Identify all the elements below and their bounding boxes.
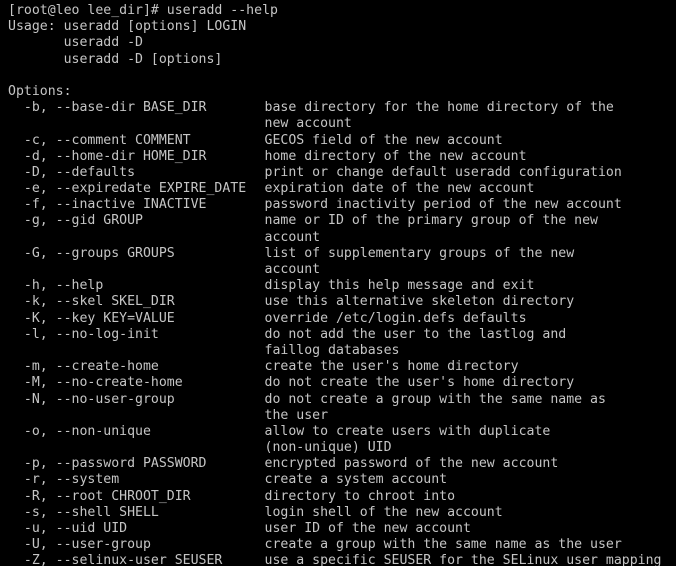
option-row: -c, --comment COMMENT GECOS field of the … bbox=[8, 133, 676, 149]
option-flags: -l, --no-log-init bbox=[8, 326, 159, 342]
option-description: login shell of the new account bbox=[264, 504, 503, 520]
option-row: -N, --no-user-group do not create a group… bbox=[8, 392, 676, 408]
option-flags: -m, --create-home bbox=[8, 359, 159, 375]
option-description: GECOS field of the new account bbox=[264, 132, 503, 148]
option-flags: -s, --shell SHELL bbox=[8, 504, 159, 520]
option-flags: -G, --groups GROUPS bbox=[8, 245, 175, 261]
option-description: base directory for the home directory of… bbox=[264, 100, 614, 116]
option-row: new account bbox=[8, 116, 676, 132]
option-flags: -d, --home-dir HOME_DIR bbox=[8, 148, 207, 164]
option-flags: -g, --gid GROUP bbox=[8, 213, 143, 229]
option-description: directory to chroot into bbox=[264, 488, 456, 504]
option-description: name or ID of the primary group of the n… bbox=[264, 213, 598, 229]
option-flags: -u, --uid UID bbox=[8, 521, 128, 536]
options-list: -b, --base-dir BASE_DIR base directory fo… bbox=[8, 100, 676, 566]
option-row: -u, --uid UID user ID of the new account bbox=[8, 521, 676, 537]
option-row: -U, --user-group create a group with the … bbox=[8, 537, 676, 553]
option-description: user ID of the new account bbox=[264, 521, 471, 536]
option-flags: -M, --no-create-home bbox=[8, 375, 183, 391]
option-description: do not create a group with the same name… bbox=[264, 391, 606, 407]
option-description: print or change default useradd configur… bbox=[264, 164, 622, 180]
option-description: password inactivity period of the new ac… bbox=[264, 197, 622, 213]
option-flags: -f, --inactive INACTIVE bbox=[8, 197, 207, 213]
option-row: -b, --base-dir BASE_DIR base directory fo… bbox=[8, 100, 676, 116]
usage-line-3: useradd -D [options] bbox=[8, 51, 223, 67]
option-description: account bbox=[264, 262, 321, 277]
option-flags: -r, --system bbox=[8, 472, 120, 488]
terminal-window[interactable]: [root@leo lee_dir]# useradd --help Usage… bbox=[0, 0, 676, 566]
option-flags: -p, --password PASSWORD bbox=[8, 456, 207, 472]
option-row: -o, --non-unique allow to create users wi… bbox=[8, 424, 676, 440]
option-description: encrypted password of the new account bbox=[264, 456, 559, 472]
option-row: the user bbox=[8, 408, 676, 424]
option-row: -l, --no-log-init do not add the user to … bbox=[8, 327, 676, 343]
option-flags: -U, --user-group bbox=[8, 537, 151, 553]
option-flags: -c, --comment COMMENT bbox=[8, 132, 191, 148]
option-description: home directory of the new account bbox=[264, 148, 527, 164]
usage-line-1: Usage: useradd [options] LOGIN bbox=[8, 19, 247, 35]
option-row: faillog databases bbox=[8, 343, 676, 359]
option-row: -e, --expiredate EXPIRE_DATE expiration d… bbox=[8, 181, 676, 197]
option-description: expiration date of the new account bbox=[264, 181, 535, 197]
option-flags: -k, --skel SKEL_DIR bbox=[8, 294, 175, 310]
option-row: -g, --gid GROUP name or ID of the primary… bbox=[8, 213, 676, 229]
option-description: allow to create users with duplicate bbox=[264, 423, 551, 439]
option-description: create a system account bbox=[264, 472, 448, 488]
option-description: the user bbox=[264, 407, 329, 423]
option-description: create the user's home directory bbox=[264, 359, 519, 375]
option-description: override /etc/login.defs defaults bbox=[264, 310, 527, 326]
option-row: -G, --groups GROUPS list of supplementary… bbox=[8, 246, 676, 262]
option-row: -D, --defaults print or change default us… bbox=[8, 165, 676, 181]
option-row: (non-unique) UID bbox=[8, 440, 676, 456]
option-row: -r, --system create a system account bbox=[8, 472, 676, 488]
option-row: -h, --help display this help message and … bbox=[8, 278, 676, 294]
option-flags: -K, --key KEY=VALUE bbox=[8, 310, 175, 326]
option-row: -Z, --selinux-user SEUSER use a specific … bbox=[8, 553, 676, 566]
option-row: -M, --no-create-home do not create the us… bbox=[8, 375, 676, 391]
option-flags: -o, --non-unique bbox=[8, 423, 151, 439]
option-description: do not add the user to the lastlog and bbox=[264, 326, 567, 342]
option-description: (non-unique) UID bbox=[264, 440, 392, 456]
option-description: list of supplementary groups of the new bbox=[264, 245, 575, 261]
option-flags: -R, --root CHROOT_DIR bbox=[8, 488, 191, 504]
option-description: faillog databases bbox=[264, 342, 400, 358]
options-heading: Options: bbox=[8, 83, 72, 99]
option-row: -p, --password PASSWORD encrypted passwor… bbox=[8, 456, 676, 472]
option-row: -m, --create-home create the user's home … bbox=[8, 359, 676, 375]
option-row: account bbox=[8, 262, 676, 278]
option-description: do not create the user's home directory bbox=[264, 375, 575, 391]
option-row: -K, --key KEY=VALUE override /etc/login.d… bbox=[8, 311, 676, 327]
option-row: -R, --root CHROOT_DIR directory to chroot… bbox=[8, 489, 676, 505]
option-row: -d, --home-dir HOME_DIR home directory of… bbox=[8, 149, 676, 165]
option-description: use this alternative skeleton directory bbox=[264, 294, 575, 310]
option-flags: -h, --help bbox=[8, 278, 104, 294]
option-description: create a group with the same name as the… bbox=[264, 537, 622, 553]
option-row: account bbox=[8, 230, 676, 246]
option-flags: -b, --base-dir BASE_DIR bbox=[8, 100, 207, 116]
shell-prompt-line: [root@leo lee_dir]# useradd --help bbox=[8, 3, 278, 18]
option-flags: -e, --expiredate EXPIRE_DATE bbox=[8, 181, 247, 197]
option-row: -f, --inactive INACTIVE password inactivi… bbox=[8, 197, 676, 213]
usage-line-2: useradd -D bbox=[8, 35, 143, 51]
option-description: use a specific SEUSER for the SELinux us… bbox=[264, 553, 662, 566]
option-flags: -N, --no-user-group bbox=[8, 391, 175, 407]
option-flags: -Z, --selinux-user SEUSER bbox=[8, 553, 223, 566]
option-row: -s, --shell SHELL login shell of the new … bbox=[8, 505, 676, 521]
option-description: account bbox=[264, 229, 321, 245]
option-description: new account bbox=[264, 116, 352, 132]
option-row: -k, --skel SKEL_DIR use this alternative … bbox=[8, 294, 676, 310]
option-description: display this help message and exit bbox=[264, 278, 535, 294]
option-flags: -D, --defaults bbox=[8, 164, 136, 180]
